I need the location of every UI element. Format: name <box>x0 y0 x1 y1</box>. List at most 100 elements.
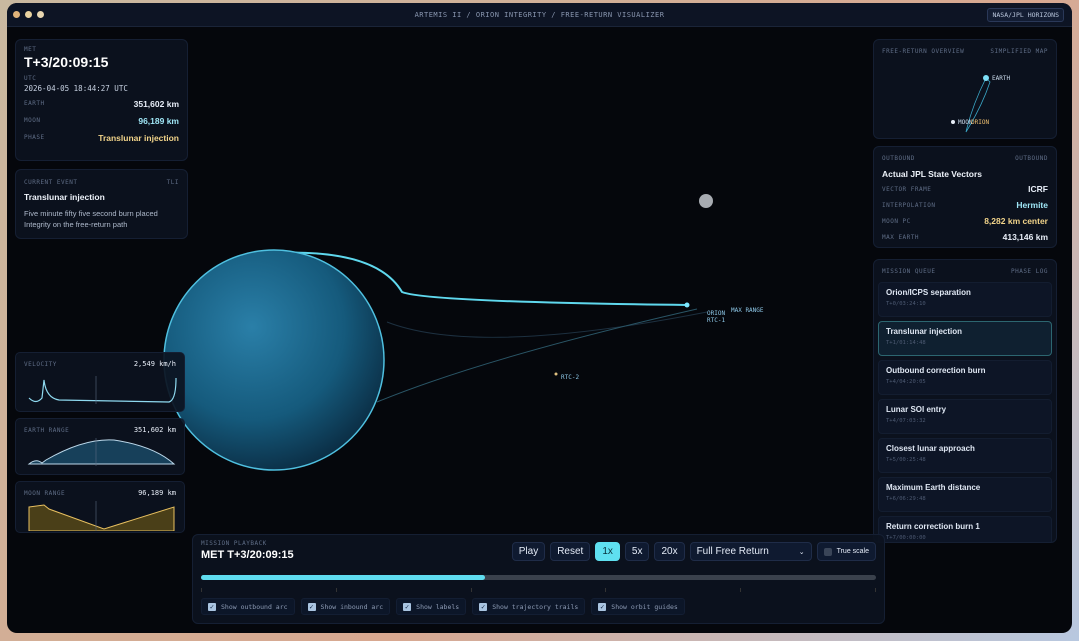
event-time: T+4/04:20:05 <box>886 379 926 385</box>
moon-range-chart: MOON RANGE 96,189 km <box>15 481 185 533</box>
interpolation-label: INTERPOLATION <box>882 201 936 209</box>
rtc1-label: RTC-1 <box>707 317 725 324</box>
title-bar: ARTEMIS II / ORION INTEGRITY / FREE-RETU… <box>7 3 1072 27</box>
interpolation-value: Hermite <box>1016 200 1048 210</box>
event-name: Translunar injection <box>886 327 963 336</box>
true-scale-toggle[interactable]: True scale <box>816 542 876 561</box>
source-label: OUTBOUND <box>882 154 915 162</box>
vector-frame-value: ICRF <box>1028 184 1048 194</box>
event-name: Closest lunar approach <box>886 444 975 453</box>
queue-event-item[interactable]: Lunar SOI entry T+4/07:03:32 <box>878 399 1052 434</box>
event-time: T+0/03:24:10 <box>886 301 926 307</box>
queue-event-item[interactable]: Maximum Earth distance T+6/06:29:48 <box>878 477 1052 512</box>
speed-20x-button[interactable]: 20x <box>654 542 685 561</box>
timeline-ticks <box>201 588 876 592</box>
toggle-checkbox[interactable]: ✓ Show labels <box>396 598 467 615</box>
source-tag: OUTBOUND <box>1015 154 1048 162</box>
moon-label: MOON <box>24 117 41 124</box>
max-range-label: MAX RANGE <box>731 307 764 314</box>
queue-tag: PHASE LOG <box>1010 267 1048 275</box>
checkbox-checked-icon: ✓ <box>598 602 607 611</box>
velocity-label: VELOCITY <box>24 360 57 368</box>
speed-5x-button[interactable]: 5x <box>624 542 650 561</box>
velocity-chart: VELOCITY 2,549 km/h <box>15 352 185 412</box>
phase-value: Translunar injection <box>98 132 179 143</box>
source-title: Actual JPL State Vectors <box>882 169 982 179</box>
checkbox-checked-icon: ✓ <box>479 602 488 611</box>
event-time: T+5/00:25:48 <box>886 457 926 463</box>
event-time: T+7/00:00:00 <box>886 535 926 541</box>
event-time: T+1/01:14:48 <box>886 340 926 346</box>
mode-select-value: Full Free Return <box>696 546 769 557</box>
chevron-down-icon: ⌄ <box>798 548 805 556</box>
utc-value: 2026-04-05 18:44:27 UTC <box>24 84 128 93</box>
app-window: ARTEMIS II / ORION INTEGRITY / FREE-RETU… <box>7 3 1072 633</box>
event-name: Orion/ICPS separation <box>886 288 971 297</box>
event-description: Five minute fifty five second burn place… <box>24 209 158 229</box>
timeline-slider[interactable] <box>201 575 876 580</box>
utc-label: UTC <box>24 75 37 82</box>
checkbox-checked-icon: ✓ <box>307 602 316 611</box>
toggle-label: Show inbound arc <box>320 602 384 611</box>
velocity-value: 2,549 km/h <box>133 360 176 368</box>
queue-event-item[interactable]: Outbound correction burn T+4/04:20:05 <box>878 360 1052 395</box>
moon-range-sparkline <box>28 501 175 532</box>
source-badge: NASA/JPL HORIZONS <box>987 8 1064 22</box>
event-name: Maximum Earth distance <box>886 483 981 492</box>
earth-range-sparkline <box>27 438 176 466</box>
queue-event-item[interactable]: Translunar injection T+1/01:14:48 <box>878 321 1052 356</box>
checkbox-checked-icon: ✓ <box>403 602 412 611</box>
speed-1x-button[interactable]: 1x <box>595 542 620 561</box>
status-panel: MET T+3/20:09:15 UTC 2026-04-05 18:44:27… <box>15 39 188 161</box>
event-name: Lunar SOI entry <box>886 405 947 414</box>
earth-range-value: 351,602 km <box>133 426 176 434</box>
toggle-label: Show orbit guides <box>611 602 678 611</box>
queue-event-item[interactable]: Closest lunar approach T+5/00:25:48 <box>878 438 1052 473</box>
event-time: T+6/06:29:48 <box>886 496 926 502</box>
play-button[interactable]: Play <box>511 542 546 561</box>
max-earth-value: 413,146 km <box>1002 232 1048 242</box>
rtc2-marker <box>554 372 558 376</box>
met-value: T+3/20:09:15 <box>24 54 109 70</box>
reset-button[interactable]: Reset <box>550 542 591 561</box>
overview-orion-label: ORION <box>971 119 989 126</box>
data-source-panel: OUTBOUND OUTBOUND Actual JPL State Vector… <box>873 146 1057 248</box>
toggle-checkbox[interactable]: ✓ Show trajectory trails <box>472 598 586 615</box>
moon-distance: 96,189 km <box>138 115 179 126</box>
max-earth-label: MAX EARTH <box>882 233 920 241</box>
orbit-guide <box>386 311 708 338</box>
moon-pc-value: 8,282 km center <box>984 216 1048 226</box>
overview-earth-label: EARTH <box>992 75 1010 82</box>
velocity-sparkline <box>28 376 177 404</box>
phase-label: PHASE <box>24 134 45 141</box>
moon-pc-label: MOON PC <box>882 217 911 225</box>
queue-event-item[interactable]: Orion/ICPS separation T+0/03:24:10 <box>878 282 1052 317</box>
met-label: MET <box>24 46 37 53</box>
overview-panel: FREE-RETURN OVERVIEW SIMPLIFIED MAP EARTH… <box>873 39 1057 139</box>
toggle-label: Show labels <box>416 602 460 611</box>
toggle-label: Show trajectory trails <box>492 602 579 611</box>
playback-panel: MISSION PLAYBACK MET T+3/20:09:15 Play R… <box>192 534 885 624</box>
queue-event-item[interactable]: Return correction burn 1 T+7/00:00:00 <box>878 516 1052 542</box>
event-name: Return correction burn 1 <box>886 522 980 531</box>
mode-select[interactable]: Full Free Return ⌄ <box>689 542 812 561</box>
checkbox-checked-icon: ✓ <box>208 602 216 611</box>
window-title: ARTEMIS II / ORION INTEGRITY / FREE-RETU… <box>414 10 665 19</box>
current-event-panel: CURRENT EVENT TLI Translunar injection Fi… <box>15 169 188 239</box>
moon-icon <box>699 194 713 208</box>
true-scale-label: True scale <box>836 548 869 555</box>
rtc2-label: RTC-2 <box>561 374 579 381</box>
queue-label: MISSION QUEUE <box>882 267 936 275</box>
toggle-checkbox[interactable]: ✓ Show outbound arc <box>201 598 295 615</box>
earth-range-label: EARTH RANGE <box>24 426 70 434</box>
earth-label: EARTH <box>24 100 45 107</box>
overview-tag: SIMPLIFIED MAP <box>990 47 1048 55</box>
event-code: TLI <box>166 178 179 186</box>
overview-label: FREE-RETURN OVERVIEW <box>882 47 965 55</box>
inbound-arc <box>376 308 698 403</box>
toggle-checkbox[interactable]: ✓ Show inbound arc <box>300 598 391 615</box>
toggle-checkbox[interactable]: ✓ Show orbit guides <box>591 598 685 615</box>
toggle-label: Show outbound arc <box>221 602 288 611</box>
event-time: T+4/07:03:32 <box>886 418 926 424</box>
timeline-progress <box>201 575 485 580</box>
